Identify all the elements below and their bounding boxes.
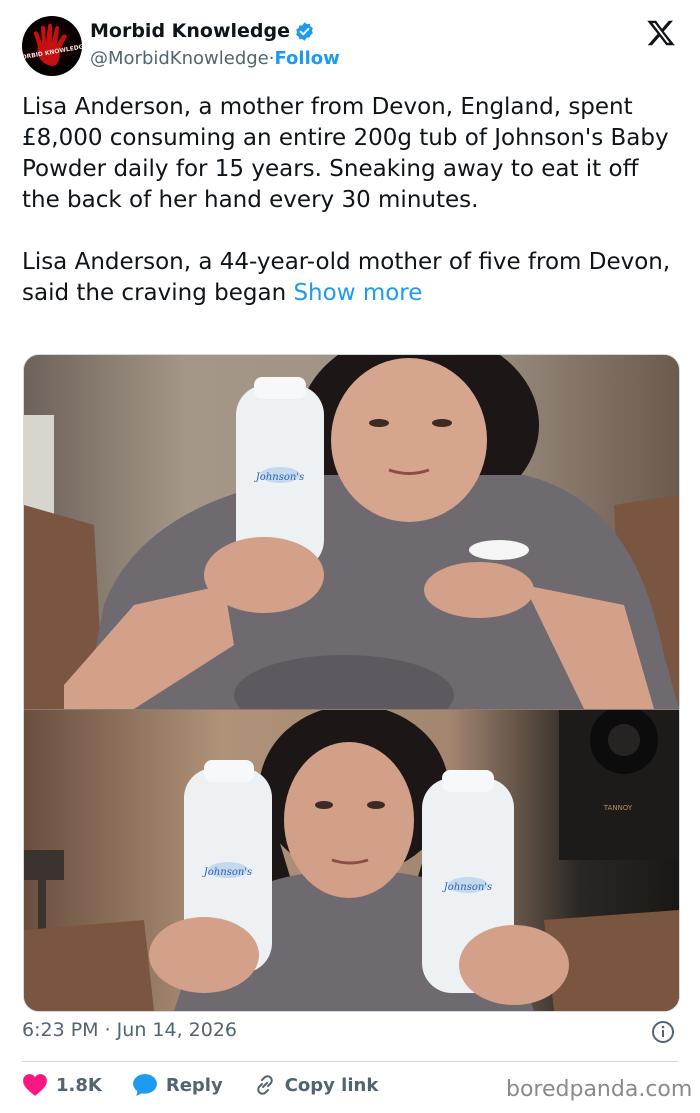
- reply-button[interactable]: Reply: [132, 1073, 223, 1097]
- watermark: boredpanda.com: [506, 1077, 693, 1102]
- tweet-media[interactable]: Johnson's TANNOY Johnson's Johnson's: [23, 354, 680, 1012]
- author-handle-row: @MorbidKnowledge · Follow: [90, 48, 340, 69]
- reply-label: Reply: [165, 1074, 223, 1096]
- tweet-paragraph-1: Lisa Anderson, a mother from Devon, Engl…: [22, 94, 669, 213]
- copy-link-button[interactable]: Copy link: [253, 1073, 379, 1097]
- copy-link-label: Copy link: [284, 1074, 379, 1096]
- photo-bottom-illustration: TANNOY Johnson's Johnson's: [24, 710, 679, 1011]
- tweet-text: Lisa Anderson, a mother from Devon, Engl…: [22, 92, 672, 309]
- reply-bubble-icon: [132, 1074, 157, 1096]
- photo-top: Johnson's: [24, 355, 679, 709]
- bottle-label-top: Johnson's: [254, 472, 304, 483]
- bottle-label-left: Johnson's: [202, 867, 252, 878]
- show-more-link[interactable]: Show more: [293, 280, 422, 306]
- avatar[interactable]: MORBID KNOWLEDGE: [22, 16, 82, 76]
- author-name-row: Morbid Knowledge: [90, 20, 315, 42]
- link-icon: [256, 1075, 273, 1095]
- speaker-brand: TANNOY: [603, 804, 633, 812]
- x-logo-icon[interactable]: [646, 18, 676, 48]
- tweet-card: MORBID KNOWLEDGE Morbid Knowledge @Morbi…: [0, 0, 700, 1113]
- tweet-paragraph-2: Lisa Anderson, a 44-year-old mother of f…: [22, 247, 672, 309]
- author-name[interactable]: Morbid Knowledge: [90, 20, 290, 42]
- action-bar: 1.8K Reply Copy link: [22, 1069, 408, 1101]
- follow-button[interactable]: Follow: [274, 48, 339, 69]
- tweet-timestamp[interactable]: 6:23 PM · Jun 14, 2026: [22, 1019, 237, 1041]
- divider: [22, 1061, 678, 1062]
- author-handle[interactable]: @MorbidKnowledge: [90, 48, 269, 69]
- bottle-label-right: Johnson's: [442, 882, 492, 893]
- heart-icon: [23, 1074, 47, 1096]
- info-icon[interactable]: [651, 1020, 675, 1044]
- verified-badge-icon: [296, 21, 313, 41]
- avatar-hand-print: MORBID KNOWLEDGE: [22, 23, 82, 66]
- like-count: 1.8K: [56, 1074, 102, 1096]
- photo-bottom: TANNOY Johnson's Johnson's: [24, 710, 679, 1011]
- photo-top-illustration: Johnson's: [24, 355, 679, 709]
- like-button[interactable]: 1.8K: [22, 1073, 102, 1097]
